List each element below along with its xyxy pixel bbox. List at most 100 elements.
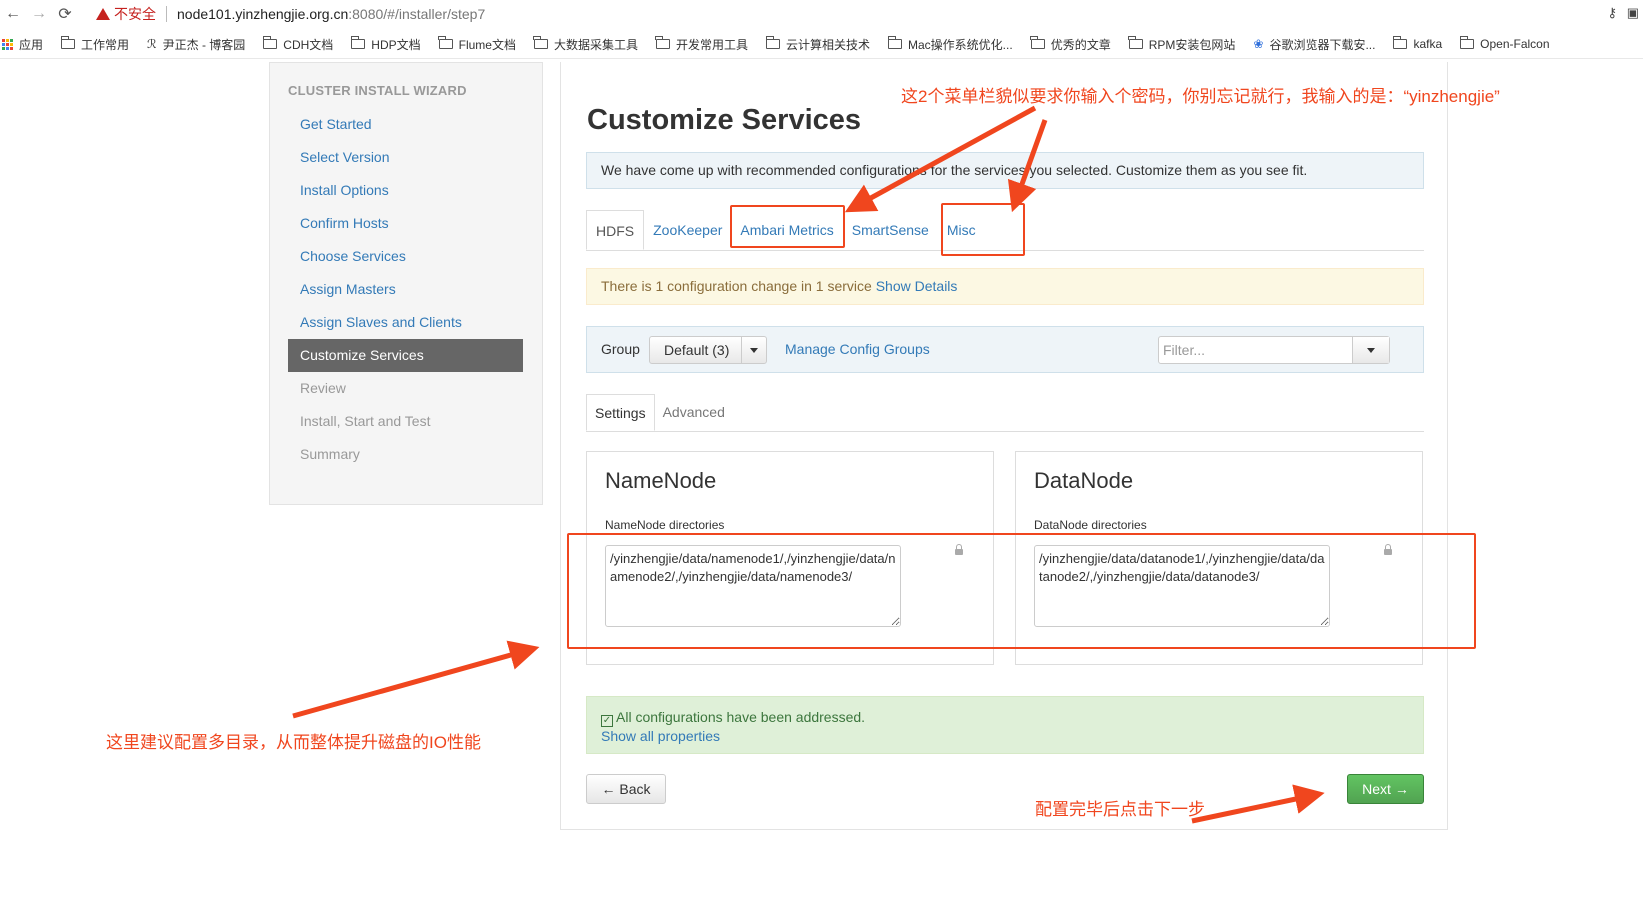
blog-icon: ℛ (147, 37, 157, 51)
highlight-ambari-metrics (730, 205, 845, 248)
caret-down-icon[interactable] (741, 337, 766, 363)
step-review: Review (300, 380, 346, 396)
tab-advanced[interactable]: Advanced (655, 394, 733, 431)
datanode-title: DataNode (1034, 468, 1134, 493)
extension-icon[interactable]: ▣ (1627, 5, 1639, 21)
bookmark-label: Flume文档 (458, 37, 516, 52)
key-icon[interactable]: ⚷ (1607, 5, 1617, 21)
folder-icon (655, 36, 670, 49)
bookmark-label: 尹正杰 - 博客园 (162, 37, 246, 52)
url-host: node101.yinzhengjie.org.cn (177, 5, 349, 22)
forward-arrow-icon[interactable]: → (26, 5, 52, 23)
bookmark-folder[interactable]: 工作常用 (60, 36, 130, 53)
bookmark-label: 优秀的文章 (1050, 37, 1111, 52)
bookmark-folder[interactable]: CDH文档 (262, 36, 334, 53)
url-field[interactable]: node101.yinzhengjie.org.cn:8080/#/instal… (177, 6, 485, 22)
config-group-bar: Group Default (3) Manage Config Groups F… (586, 326, 1424, 373)
bookmark-label: 工作常用 (81, 37, 130, 52)
tab-zookeeper[interactable]: ZooKeeper (644, 210, 731, 250)
annotation-next-note: 配置完毕后点击下一步 (1035, 800, 1205, 819)
folder-icon (1459, 36, 1475, 49)
manage-config-groups-link[interactable]: Manage Config Groups (785, 341, 930, 357)
step-get-started[interactable]: Get Started (288, 108, 523, 141)
config-change-alert: There is 1 configuration change in 1 ser… (586, 268, 1424, 305)
address-bar: ← → ⟳ 不安全 node101.yinzhengjie.org.cn:808… (0, 0, 1643, 27)
filter-caret-down-icon[interactable] (1352, 337, 1389, 363)
back-button[interactable]: ← Back (586, 774, 666, 804)
datanode-dirs-label: DataNode directories (1034, 518, 1147, 532)
step-select-version[interactable]: Select Version (288, 141, 523, 174)
folder-icon (350, 36, 366, 49)
step-customize-services[interactable]: Customize Services (288, 339, 523, 372)
paw-icon: ❀ (1253, 37, 1264, 51)
step-confirm-hosts[interactable]: Confirm Hosts (288, 207, 523, 240)
wizard-sidebar: CLUSTER INSTALL WIZARD Get Started Selec… (269, 62, 543, 505)
arrow-to-directories (292, 640, 540, 719)
bookmark-folder[interactable]: Mac操作系统优化... (887, 36, 1013, 53)
step-install-start-test: Install, Start and Test (300, 413, 431, 429)
bookmark-folder[interactable]: RPM安装包网站 (1128, 36, 1236, 53)
config-change-text: There is 1 configuration change in 1 ser… (601, 278, 872, 294)
security-indicator[interactable]: 不安全 (96, 4, 156, 24)
highlight-misc (941, 203, 1025, 256)
bookmark-folder[interactable]: Open-Falcon (1459, 36, 1550, 51)
apps-grid-icon (2, 38, 13, 50)
bookmark-label: Open-Falcon (1480, 37, 1550, 51)
bookmark-folder[interactable]: 大数据采集工具 (533, 36, 638, 53)
bookmarks-bar: 应用 工作常用 ℛ 尹正杰 - 博客园 CDH文档 HDP文档 Flume文档 大… (0, 30, 1643, 59)
bookmark-folder[interactable]: 开发常用工具 (655, 36, 748, 53)
folder-icon (1128, 36, 1143, 49)
bookmark-link[interactable]: ℛ 尹正杰 - 博客园 (147, 36, 245, 53)
bookmark-label: CDH文档 (283, 37, 334, 52)
folder-icon (438, 36, 453, 49)
tab-settings[interactable]: Settings (586, 394, 655, 431)
url-path: :8080/#/installer/step7 (348, 5, 486, 22)
bookmark-label: 应用 (19, 37, 44, 52)
divider (166, 5, 167, 22)
tab-smartsense[interactable]: SmartSense (843, 210, 938, 250)
filter-input[interactable]: Filter... (1158, 336, 1390, 364)
recommendation-alert: We have come up with recommended configu… (586, 152, 1424, 189)
addressed-alert: ✓ All configurations have been addressed.… (586, 696, 1424, 754)
namenode-title: NameNode (605, 468, 717, 493)
annotation-dirs-note: 这里建议配置多目录，从而整体提升磁盘的IO性能 (106, 733, 481, 752)
bookmark-link[interactable]: ❀ 谷歌浏览器下载安... (1253, 36, 1375, 53)
step-assign-masters[interactable]: Assign Masters (288, 273, 523, 306)
bookmark-folder[interactable]: 云计算相关技术 (765, 36, 870, 53)
annotation-password-note: 这2个菜单栏貌似要求你输入个密码，你别忘记就行，我输入的是：“yinzhengj… (901, 87, 1500, 106)
addressed-text: All configurations have been addressed. (616, 709, 866, 725)
step-summary: Summary (300, 446, 360, 462)
bookmark-folder[interactable]: 优秀的文章 (1030, 36, 1111, 53)
next-button[interactable]: Next → (1347, 774, 1424, 804)
tab-hdfs[interactable]: HDFS (586, 210, 645, 250)
bookmark-folder[interactable]: HDP文档 (350, 36, 421, 53)
folder-icon (262, 36, 278, 49)
warning-icon (96, 7, 110, 20)
step-install-options[interactable]: Install Options (288, 174, 523, 207)
folder-icon (887, 36, 903, 49)
reload-icon[interactable]: ⟳ (52, 4, 78, 24)
bookmark-label: kafka (1413, 37, 1443, 51)
bookmark-label: RPM安装包网站 (1148, 37, 1236, 52)
group-value: Default (3) (664, 342, 730, 358)
folder-icon (60, 36, 76, 49)
bookmark-apps[interactable]: 应用 (2, 36, 43, 53)
step-assign-slaves[interactable]: Assign Slaves and Clients (288, 306, 523, 339)
settings-tabs: Settings Advanced (586, 394, 1424, 432)
bookmark-label: 开发常用工具 (675, 37, 748, 52)
show-details-link[interactable]: Show Details (876, 278, 958, 294)
highlight-directories (567, 533, 1476, 649)
back-arrow-icon[interactable]: ← (0, 5, 26, 23)
sidebar-title: CLUSTER INSTALL WIZARD (288, 83, 467, 98)
folder-icon (1030, 36, 1045, 49)
main-panel: Customize Services We have come up with … (560, 62, 1448, 830)
step-choose-services[interactable]: Choose Services (288, 240, 523, 273)
security-label: 不安全 (114, 5, 156, 22)
folder-icon (533, 36, 548, 49)
bookmark-folder[interactable]: Flume文档 (438, 36, 516, 53)
group-select[interactable]: Default (3) (649, 336, 767, 364)
show-all-properties-link[interactable]: Show all properties (601, 727, 1409, 746)
bookmark-label: HDP文档 (371, 37, 421, 52)
bookmark-folder[interactable]: kafka (1392, 36, 1443, 51)
group-label: Group (601, 341, 640, 357)
